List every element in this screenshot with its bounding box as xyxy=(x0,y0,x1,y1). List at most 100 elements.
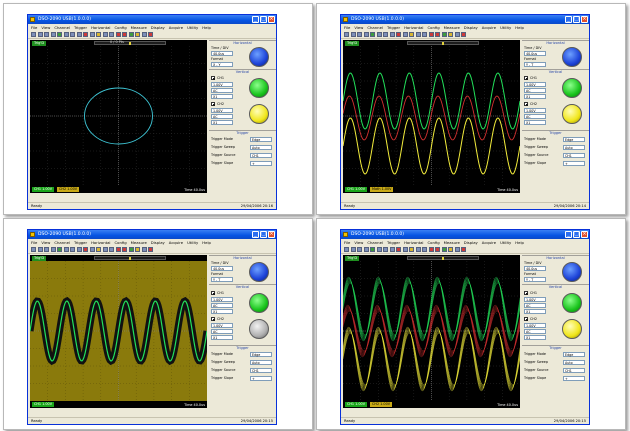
menu-item[interactable]: Horizontal xyxy=(404,239,423,246)
menu-item[interactable]: Trigger xyxy=(74,239,87,246)
trigger-row-select[interactable]: Edge xyxy=(250,352,272,357)
toolbar-button[interactable] xyxy=(122,247,127,252)
ch1-probe-select[interactable]: X1 xyxy=(524,94,546,99)
toolbar-button[interactable] xyxy=(76,247,82,252)
toolbar-button[interactable] xyxy=(376,32,382,37)
toolbar-button[interactable] xyxy=(389,247,395,252)
toolbar-button[interactable] xyxy=(63,32,69,37)
menu-item[interactable]: Display xyxy=(464,24,478,31)
toolbar-button[interactable] xyxy=(415,32,421,37)
trigger-row-select[interactable]: Edge xyxy=(563,352,585,357)
close-icon[interactable]: × xyxy=(581,16,588,23)
toolbar-button[interactable] xyxy=(96,247,101,252)
toolbar-button[interactable] xyxy=(96,32,101,37)
close-icon[interactable]: × xyxy=(268,231,275,238)
maximize-icon[interactable]: □ xyxy=(260,16,267,23)
toolbar-button[interactable] xyxy=(344,32,349,37)
menu-item[interactable]: View xyxy=(41,239,50,246)
toolbar-button[interactable] xyxy=(115,247,121,252)
menu-item[interactable]: View xyxy=(354,239,363,246)
toolbar-button[interactable] xyxy=(435,247,440,252)
close-icon[interactable]: × xyxy=(268,16,275,23)
menu-item[interactable]: File xyxy=(344,239,350,246)
menu-item[interactable]: Utility xyxy=(187,239,198,246)
horizontal-position-bar[interactable] xyxy=(407,256,479,260)
toolbar-button[interactable] xyxy=(448,32,453,37)
menu-item[interactable]: Help xyxy=(202,24,211,31)
toolbar-button[interactable] xyxy=(57,32,62,37)
trigger-position-marker[interactable] xyxy=(129,42,131,45)
time-div-knob[interactable] xyxy=(249,47,269,67)
toolbar-button[interactable] xyxy=(357,32,362,37)
trigger-row-select[interactable]: Auto xyxy=(563,360,585,365)
trigger-row-select[interactable]: CH1 xyxy=(250,368,272,373)
toolbar-button[interactable] xyxy=(363,32,369,37)
toolbar-button[interactable] xyxy=(422,32,427,37)
menu-item[interactable]: File xyxy=(31,24,37,31)
toolbar-button[interactable] xyxy=(83,32,88,37)
toolbar-button[interactable] xyxy=(415,247,421,252)
menu-item[interactable]: Utility xyxy=(500,239,511,246)
time-div-knob[interactable] xyxy=(562,262,582,282)
menu-item[interactable]: Display xyxy=(151,239,165,246)
trigger-row-select[interactable]: + xyxy=(250,161,272,166)
toolbar-button[interactable] xyxy=(357,247,362,252)
toolbar-button[interactable] xyxy=(402,247,408,252)
maximize-icon[interactable]: □ xyxy=(573,16,580,23)
minimize-icon[interactable]: _ xyxy=(252,16,259,23)
toolbar-button[interactable] xyxy=(141,247,147,252)
toolbar-button[interactable] xyxy=(350,247,356,252)
trigger-row-select[interactable]: CH1 xyxy=(563,153,585,158)
trigger-row-select[interactable]: Edge xyxy=(563,137,585,142)
menu-item[interactable]: Horizontal xyxy=(404,24,423,31)
trigger-position-marker[interactable] xyxy=(129,257,131,260)
toolbar-button[interactable] xyxy=(422,247,427,252)
toolbar-button[interactable] xyxy=(376,247,382,252)
format-select[interactable]: X - Y xyxy=(211,62,233,67)
toolbar-button[interactable] xyxy=(83,247,88,252)
toolbar-button[interactable] xyxy=(57,247,62,252)
menu-item[interactable]: Config xyxy=(427,24,439,31)
toolbar-button[interactable] xyxy=(70,32,75,37)
maximize-icon[interactable]: □ xyxy=(573,231,580,238)
ch1-enable-checkbox[interactable] xyxy=(524,291,528,295)
menu-item[interactable]: Trigger xyxy=(387,24,400,31)
toolbar-button[interactable] xyxy=(448,247,453,252)
toolbar-button[interactable] xyxy=(70,247,75,252)
toolbar-button[interactable] xyxy=(454,32,460,37)
toolbar-button[interactable] xyxy=(428,247,434,252)
toolbar-button[interactable] xyxy=(135,247,140,252)
toolbar-button[interactable] xyxy=(37,32,43,37)
toolbar-button[interactable] xyxy=(122,32,127,37)
ch1-coupling-select[interactable]: AC xyxy=(211,88,233,93)
trigger-row-select[interactable]: + xyxy=(563,161,585,166)
ch2-volts-select[interactable]: 1.00V xyxy=(524,108,546,113)
menu-item[interactable]: Horizontal xyxy=(91,239,110,246)
ch2-coupling-select[interactable]: AC xyxy=(211,114,233,119)
ch1-enable-checkbox[interactable] xyxy=(211,291,215,295)
ch1-knob[interactable] xyxy=(562,293,582,313)
trigger-row-select[interactable]: Auto xyxy=(250,145,272,150)
ch2-enable-checkbox[interactable] xyxy=(524,317,528,321)
ch2-enable-checkbox[interactable] xyxy=(211,102,215,106)
menu-item[interactable]: Measure xyxy=(444,24,460,31)
ch1-volts-select[interactable]: 1.00V xyxy=(211,82,233,87)
format-select[interactable]: Y - T xyxy=(211,277,233,282)
menu-item[interactable]: Help xyxy=(515,24,524,31)
toolbar-button[interactable] xyxy=(383,32,388,37)
ch2-coupling-select[interactable]: AC xyxy=(524,114,546,119)
toolbar-button[interactable] xyxy=(428,32,434,37)
menu-item[interactable]: Help xyxy=(202,239,211,246)
menu-item[interactable]: Horizontal xyxy=(91,24,110,31)
toolbar-button[interactable] xyxy=(44,247,49,252)
ch2-knob[interactable] xyxy=(562,319,582,339)
menu-item[interactable]: Trigger xyxy=(387,239,400,246)
horizontal-position-bar[interactable] xyxy=(94,256,166,260)
toolbar-button[interactable] xyxy=(128,32,134,37)
scope-screen[interactable] xyxy=(343,46,520,186)
ch2-probe-select[interactable]: X1 xyxy=(211,335,233,340)
toolbar-button[interactable] xyxy=(148,32,153,37)
toolbar-button[interactable] xyxy=(135,32,140,37)
trigger-row-select[interactable]: Auto xyxy=(250,360,272,365)
menu-item[interactable]: Channel xyxy=(54,24,70,31)
